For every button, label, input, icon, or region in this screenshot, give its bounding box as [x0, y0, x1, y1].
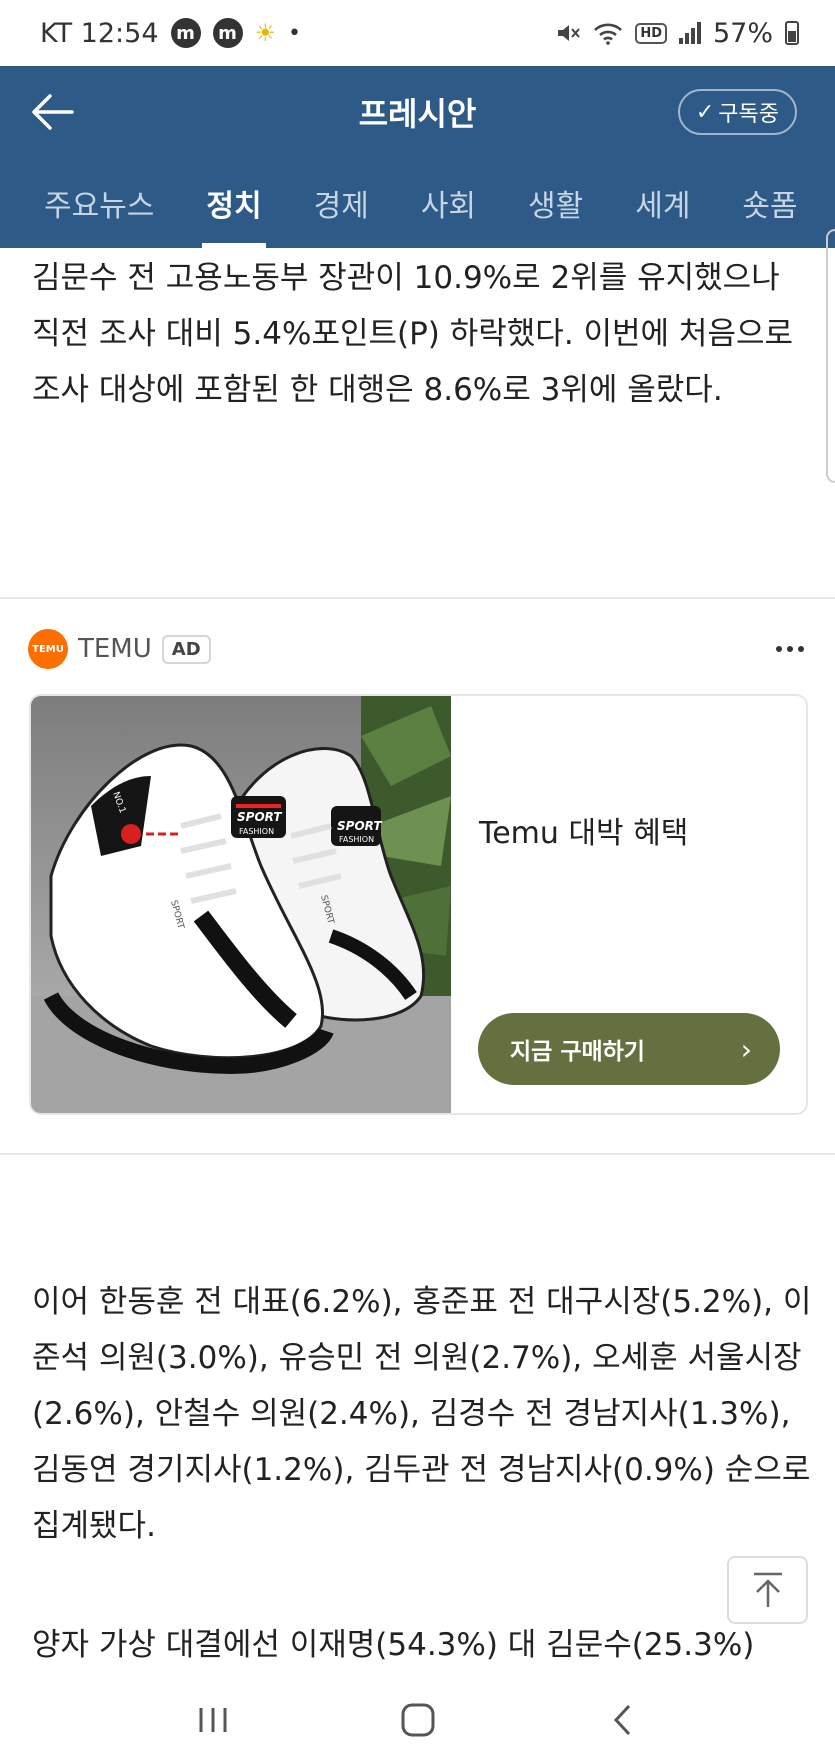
more-notifications-dot-icon: • [288, 20, 301, 46]
divider [0, 1153, 835, 1155]
recent-apps-button[interactable] [173, 1690, 253, 1750]
shoe-sub-text: FASHION [239, 827, 274, 836]
battery-percent: 57% [712, 17, 773, 49]
notification-m-icon: m [170, 18, 201, 48]
more-options-button[interactable] [772, 638, 808, 660]
article-paragraph: 이어 한동훈 전 대표(6.2%), 홍준표 전 대구시장(5.2%), 이준석… [32, 1284, 812, 1544]
status-bar: KT 12:54 m m ☀ • HD 57% [0, 0, 835, 66]
status-left: KT 12:54 m m ☀ • [40, 18, 301, 49]
home-icon [401, 1703, 434, 1737]
subscribe-button[interactable]: ✓ 구독중 [677, 89, 797, 135]
dot [798, 646, 804, 652]
app-header: 프레시안 ✓ 구독중 [0, 66, 835, 158]
sun-icon: ☀ [254, 19, 277, 47]
status-right: HD 57% [555, 18, 799, 49]
tab-economy[interactable]: 경제 [314, 158, 369, 248]
hd-icon: HD [635, 22, 667, 44]
subscribe-label: 구독중 [718, 102, 779, 127]
arrow-up-icon [753, 1572, 782, 1607]
tab-politics[interactable]: 정치 [202, 158, 266, 248]
tab-label: 주요뉴스 [44, 189, 155, 224]
ad-badge: AD [161, 634, 211, 664]
divider [0, 597, 835, 599]
tab-life[interactable]: 생활 [528, 158, 583, 248]
system-back-button[interactable] [583, 1690, 663, 1750]
tab-shortform[interactable]: 숏폼 [742, 158, 797, 248]
system-nav-bar [0, 1677, 835, 1763]
tab-label: 정치 [206, 189, 262, 224]
tab-label: 사회 [420, 189, 477, 224]
buy-now-button[interactable]: 지금 구매하기 › [478, 1013, 780, 1085]
battery-icon [785, 21, 799, 45]
article-paragraph: 김문수 전 고용노동부 장관이 10.9%로 2위를 유지했으나 직전 조사 대… [32, 260, 794, 408]
check-icon: ✓ [695, 99, 715, 125]
arrow-left-icon [32, 94, 74, 130]
back-button[interactable] [26, 88, 78, 136]
tab-label: 세계 [635, 189, 691, 224]
signal-icon [678, 22, 701, 44]
ad-card[interactable]: SPORT FASHION SPORT FASHION NO.1 SPORT S… [29, 694, 808, 1115]
tab-society[interactable]: 사회 [421, 158, 476, 248]
tab-main-news[interactable]: 주요뉴스 [44, 158, 154, 248]
carrier-time: KT 12:54 [40, 17, 159, 49]
wifi-icon [594, 23, 623, 45]
page-title: 프레시안 [358, 95, 477, 133]
screen: KT 12:54 m m ☀ • HD 57% 프레시안 ✓ 구독중 주요뉴스 … [0, 0, 835, 1763]
tab-label: 생활 [528, 189, 584, 224]
scroll-indicator [826, 229, 835, 483]
tab-world[interactable]: 세계 [635, 158, 690, 248]
article-paragraph: 양자 가상 대결에선 이재명(54.3%) 대 김문수(25.3%) [32, 1627, 755, 1663]
recent-apps-icon [199, 1708, 226, 1732]
tab-label: 경제 [313, 189, 369, 224]
chevron-right-icon: › [740, 1032, 752, 1066]
mute-icon [558, 25, 581, 41]
temu-logo: TEMU [28, 629, 68, 669]
shoe-sub-text-2: FASHION [339, 835, 374, 844]
category-tabs: 주요뉴스 정치 경제 사회 생활 세계 숏폼 › [0, 158, 835, 248]
shoe-brand-text: SPORT [237, 810, 282, 824]
dot [776, 646, 782, 652]
buy-now-label: 지금 구매하기 [510, 1039, 645, 1065]
shoe-brand-text-2: SPORT [337, 819, 382, 833]
ad-shoes-image[interactable]: SPORT FASHION SPORT FASHION NO.1 SPORT S… [31, 696, 451, 1115]
ad-header: TEMU TEMU AD [28, 627, 808, 671]
tab-label: 숏폼 [742, 189, 798, 224]
ad-title[interactable]: Temu 대박 혜택 [479, 808, 688, 852]
scroll-to-top-button[interactable] [727, 1556, 808, 1624]
notification-m-icon-2: m [212, 18, 243, 48]
chevron-left-icon [613, 1704, 630, 1736]
home-button[interactable] [378, 1690, 458, 1750]
dot [787, 646, 793, 652]
ad-brand: TEMU [78, 634, 152, 664]
